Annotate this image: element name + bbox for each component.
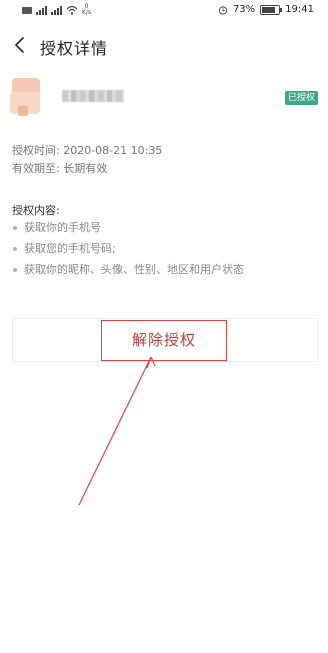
list-item: 获取你的手机号 — [12, 217, 244, 238]
auth-time: 授权时间: 2020-08-21 10:35 — [12, 144, 163, 157]
chevron-left-icon[interactable] — [8, 30, 34, 60]
bullet-icon — [13, 226, 17, 230]
hd-icon — [22, 6, 32, 14]
permission-text: 获取您的手机号码; — [24, 242, 116, 255]
revoke-button[interactable]: 解除授权 — [101, 320, 227, 361]
status-icons-left: 0 K/s — [22, 4, 91, 16]
status-icons-right: 73% 19:41 — [218, 4, 314, 15]
permission-text: 获取你的手机号 — [24, 221, 101, 234]
permissions-list: 获取你的手机号 获取您的手机号码; 获取你的昵称、头像、性别、地区和用户状态 — [12, 217, 244, 280]
auth-validity: 有效期至: 长期有效 — [12, 162, 108, 175]
bullet-icon — [13, 247, 17, 251]
clock: 19:41 — [285, 4, 314, 15]
permissions-title: 授权内容: — [12, 204, 60, 217]
signal-icon-2 — [51, 5, 62, 15]
wifi-icon — [66, 5, 78, 15]
list-item: 获取你的昵称、头像、性别、地区和用户状态 — [12, 259, 244, 280]
permission-text: 获取你的昵称、头像、性别、地区和用户状态 — [24, 263, 244, 276]
nav-bar: 授权详情 — [0, 22, 328, 70]
app-avatar — [10, 78, 44, 118]
battery-percent: 73% — [232, 4, 256, 15]
alarm-icon — [218, 5, 228, 15]
bullet-icon — [13, 268, 17, 272]
signal-icon — [36, 5, 47, 15]
list-item: 获取您的手机号码; — [12, 238, 244, 259]
page-title: 授权详情 — [40, 39, 109, 58]
net-speed: 0 K/s — [82, 3, 92, 16]
status-badge: 已授权 — [284, 91, 318, 105]
status-bar: 0 K/s 73% 19:41 — [0, 0, 328, 22]
battery-icon — [260, 4, 283, 15]
app-name-redacted — [62, 90, 124, 102]
